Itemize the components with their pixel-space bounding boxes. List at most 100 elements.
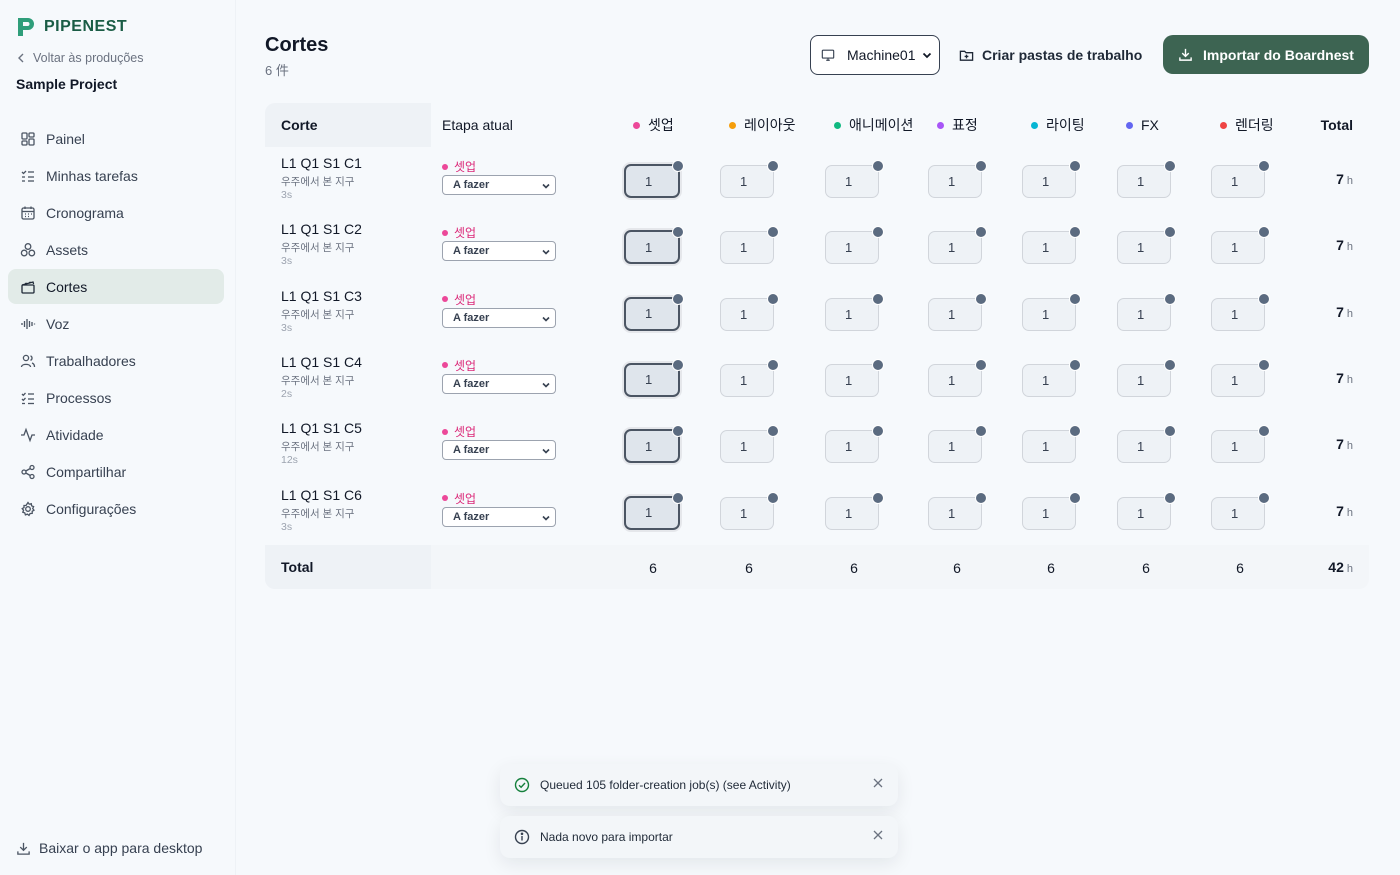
column-header-stage[interactable]: 애니메이션 <box>834 103 913 147</box>
hours-input[interactable]: 1 <box>1117 160 1176 198</box>
column-header-stage[interactable]: 렌더링 <box>1220 103 1274 147</box>
assignee-handle[interactable] <box>672 160 684 172</box>
hours-input[interactable]: 1 <box>624 358 684 397</box>
hours-input[interactable]: 1 <box>1211 226 1270 265</box>
status-select[interactable]: A fazer <box>442 506 556 527</box>
hours-input[interactable]: 1 <box>928 425 987 464</box>
hours-input[interactable]: 1 <box>928 292 987 331</box>
hours-input[interactable]: 1 <box>825 292 884 331</box>
sidebar-item-processos[interactable]: Processos <box>8 380 224 415</box>
hours-input[interactable]: 1 <box>624 226 684 265</box>
hours-input[interactable]: 1 <box>1022 160 1081 198</box>
assignee-handle[interactable] <box>975 425 987 438</box>
hours-input[interactable]: 1 <box>1211 425 1270 464</box>
hours-input[interactable]: 1 <box>825 425 884 464</box>
import-boardnest-button[interactable]: Importar do Boardnest <box>1163 35 1369 74</box>
assignee-handle[interactable] <box>872 491 884 504</box>
sidebar-item-trabalhadores[interactable]: Trabalhadores <box>8 343 224 378</box>
assignee-handle[interactable] <box>975 226 987 239</box>
assignee-handle[interactable] <box>1258 292 1270 305</box>
sidebar-item-painel[interactable]: Painel <box>8 121 224 156</box>
download-desktop-link[interactable]: Baixar o app para desktop <box>16 840 202 856</box>
assignee-handle[interactable] <box>1258 425 1270 438</box>
shot-name[interactable]: L1 Q1 S1 C5 <box>281 420 362 436</box>
hours-input[interactable]: 1 <box>720 491 779 530</box>
assignee-handle[interactable] <box>1258 358 1270 371</box>
sidebar-item-voz[interactable]: Voz <box>8 306 224 341</box>
hours-input[interactable]: 1 <box>1211 160 1270 198</box>
sidebar-item-assets[interactable]: Assets <box>8 232 224 267</box>
assignee-handle[interactable] <box>975 358 987 371</box>
hours-input[interactable]: 1 <box>1117 226 1176 265</box>
sidebar-item-configuracoes[interactable]: Configurações <box>8 491 224 526</box>
hours-input[interactable]: 1 <box>825 226 884 265</box>
hours-input[interactable]: 1 <box>928 358 987 397</box>
hours-input[interactable]: 1 <box>1022 425 1081 464</box>
assignee-handle[interactable] <box>1258 160 1270 172</box>
column-header-corte[interactable]: Corte <box>281 103 318 147</box>
assignee-handle[interactable] <box>1164 292 1176 305</box>
status-select[interactable]: A fazer <box>442 440 556 461</box>
hours-input[interactable]: 1 <box>825 491 884 530</box>
assignee-handle[interactable] <box>672 292 684 305</box>
assignee-handle[interactable] <box>1258 491 1270 504</box>
assignee-handle[interactable] <box>1164 491 1176 504</box>
assignee-handle[interactable] <box>975 160 987 172</box>
hours-input[interactable]: 1 <box>928 226 987 265</box>
hours-input[interactable]: 1 <box>928 160 987 198</box>
hours-input[interactable]: 1 <box>1022 491 1081 530</box>
status-select[interactable]: A fazer <box>442 373 556 394</box>
hours-input[interactable]: 1 <box>624 491 684 530</box>
shot-name[interactable]: L1 Q1 S1 C1 <box>281 155 362 171</box>
assignee-handle[interactable] <box>1164 425 1176 438</box>
assignee-handle[interactable] <box>872 425 884 438</box>
assignee-handle[interactable] <box>767 425 779 438</box>
assignee-handle[interactable] <box>767 491 779 504</box>
shot-name[interactable]: L1 Q1 S1 C3 <box>281 288 362 304</box>
assignee-handle[interactable] <box>672 425 684 438</box>
create-folders-button[interactable]: Criar pastas de trabalho <box>959 35 1142 75</box>
assignee-handle[interactable] <box>872 160 884 172</box>
assignee-handle[interactable] <box>975 491 987 504</box>
hours-input[interactable]: 1 <box>825 358 884 397</box>
hours-input[interactable]: 1 <box>1211 491 1270 530</box>
hours-input[interactable]: 1 <box>720 160 779 198</box>
status-select[interactable]: A fazer <box>442 175 556 195</box>
column-header-stage[interactable]: 레이아웃 <box>729 103 796 147</box>
status-select[interactable]: A fazer <box>442 307 556 328</box>
assignee-handle[interactable] <box>1069 491 1081 504</box>
hours-input[interactable]: 1 <box>720 226 779 265</box>
hours-input[interactable]: 1 <box>1117 358 1176 397</box>
assignee-handle[interactable] <box>1164 226 1176 239</box>
column-header-stage[interactable]: 셋업 <box>633 103 674 147</box>
column-header-stage[interactable]: FX <box>1126 103 1159 147</box>
hours-input[interactable]: 1 <box>1022 226 1081 265</box>
assignee-handle[interactable] <box>767 292 779 305</box>
assignee-handle[interactable] <box>1164 160 1176 172</box>
assignee-handle[interactable] <box>767 226 779 239</box>
sidebar-item-minhas-tarefas[interactable]: Minhas tarefas <box>8 158 224 193</box>
assignee-handle[interactable] <box>1069 160 1081 172</box>
assignee-handle[interactable] <box>1069 358 1081 371</box>
hours-input[interactable]: 1 <box>1117 292 1176 331</box>
assignee-handle[interactable] <box>1164 358 1176 371</box>
assignee-handle[interactable] <box>672 491 684 504</box>
status-select[interactable]: A fazer <box>442 241 556 262</box>
hours-input[interactable]: 1 <box>624 160 684 198</box>
hours-input[interactable]: 1 <box>1022 358 1081 397</box>
back-to-productions-link[interactable]: Voltar às produções <box>17 51 144 65</box>
hours-input[interactable]: 1 <box>720 292 779 331</box>
shot-name[interactable]: L1 Q1 S1 C4 <box>281 354 362 370</box>
sidebar-item-atividade[interactable]: Atividade <box>8 417 224 452</box>
shot-name[interactable]: L1 Q1 S1 C6 <box>281 487 362 503</box>
assignee-handle[interactable] <box>1069 226 1081 239</box>
assignee-handle[interactable] <box>872 226 884 239</box>
hours-input[interactable]: 1 <box>720 358 779 397</box>
assignee-handle[interactable] <box>872 292 884 305</box>
column-header-stage[interactable]: 라이팅 <box>1031 103 1085 147</box>
hours-input[interactable]: 1 <box>1211 358 1270 397</box>
sidebar-item-compartilhar[interactable]: Compartilhar <box>8 454 224 489</box>
assignee-handle[interactable] <box>1258 226 1270 239</box>
column-header-etapa[interactable]: Etapa atual <box>442 103 513 147</box>
hours-input[interactable]: 1 <box>1022 292 1081 331</box>
